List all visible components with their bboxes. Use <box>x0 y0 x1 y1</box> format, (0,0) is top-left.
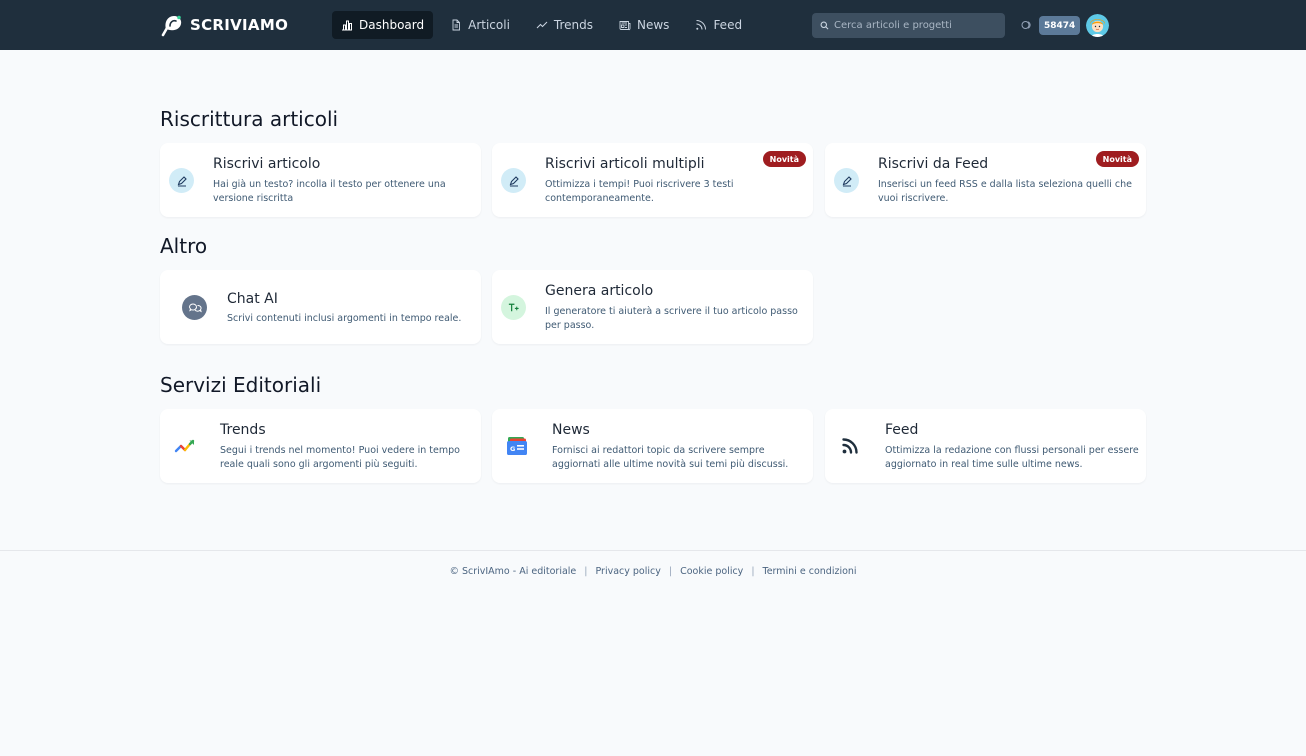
card-desc-line: Fornisci ai redattori topic da scrivere … <box>552 445 765 456</box>
top-navbar: SCRIVIAMO Dashboard Articoli Trends News… <box>0 0 1306 50</box>
brand-logo[interactable]: SCRIVIAMO <box>160 12 288 38</box>
card-news[interactable]: G News Fornisci ai redattori topic da sc… <box>492 409 813 483</box>
newspaper-icon <box>619 21 631 31</box>
brand-name: SCRIVIAMO <box>190 16 289 34</box>
coins-icon <box>1021 21 1031 29</box>
footer-separator: | <box>668 566 673 577</box>
footer-link-terms[interactable]: Termini e condizioni <box>763 566 857 577</box>
card-chat-ai[interactable]: Chat AI Scrivi contenuti inclusi argomen… <box>160 270 481 344</box>
card-icon-wrap <box>172 433 198 459</box>
search-input[interactable] <box>834 20 1004 31</box>
section-title-editorial: Servizi Editoriali <box>160 373 322 397</box>
card-icon-wrap <box>501 168 526 193</box>
card-desc-line: aggiornati alle ultime novità sui temi p… <box>552 459 789 470</box>
card-icon-wrap <box>834 168 859 193</box>
card-description: Il generatore ti aiuterà a scrivere il t… <box>545 305 798 333</box>
card-trends[interactable]: Trends Segui i trends nel momento! Puoi … <box>160 409 481 483</box>
search-box[interactable] <box>812 13 1005 38</box>
card-riscrivi-multipli[interactable]: Riscrivi articoli multipli Ottimizza i t… <box>492 143 813 217</box>
card-description: Fornisci ai redattori topic da scrivere … <box>552 444 788 472</box>
card-icon-wrap: G <box>504 433 530 459</box>
card-title: Riscrivi da Feed <box>878 156 989 172</box>
footer-copyright: © ScrivIAmo - Ai editoriale <box>449 566 577 577</box>
card-desc-line: reale quali sono gli argomenti più segui… <box>220 459 418 470</box>
card-description: Segui i trends nel momento! Puoi vedere … <box>220 444 460 472</box>
card-feed[interactable]: Feed Ottimizza la redazione con flussi p… <box>825 409 1146 483</box>
card-icon-wrap <box>169 168 194 193</box>
avatar-icon <box>1086 14 1109 37</box>
edit-pen-icon <box>842 175 852 187</box>
card-title: Riscrivi articolo <box>213 156 321 172</box>
card-desc-line: vuoi riscrivere. <box>878 193 949 204</box>
card-title: Chat AI <box>227 291 278 307</box>
card-desc-line: Hai già un testo? incolla il testo per o… <box>213 179 446 190</box>
nav-item-dashboard[interactable]: Dashboard <box>332 11 434 39</box>
footer: © ScrivIAmo - Ai editoriale | Privacy po… <box>0 566 1306 577</box>
nav-item-label: Dashboard <box>359 18 425 32</box>
card-description: Scrivi contenuti inclusi argomenti in te… <box>227 312 461 326</box>
edit-pen-icon <box>177 175 187 187</box>
card-description: Ottimizza i tempi! Puoi riscrivere 3 tes… <box>545 178 734 206</box>
card-title: Feed <box>885 422 919 438</box>
nav-item-feed[interactable]: Feed <box>686 11 751 39</box>
card-riscrivi-articolo[interactable]: Riscrivi articolo Hai già un testo? inco… <box>160 143 481 217</box>
card-title: Genera articolo <box>545 283 654 299</box>
footer-link-privacy[interactable]: Privacy policy <box>595 566 660 577</box>
google-trends-icon <box>174 439 195 453</box>
card-description: Ottimizza la redazione con flussi person… <box>885 444 1139 472</box>
card-riscrivi-feed[interactable]: Riscrivi da Feed Inserisci un feed RSS e… <box>825 143 1146 217</box>
nav-item-label: Articoli <box>468 18 510 32</box>
card-genera-articolo[interactable]: Genera articolo Il generatore ti aiuterà… <box>492 270 813 344</box>
section-title-other: Altro <box>160 234 208 258</box>
card-icon-wrap <box>837 433 863 459</box>
rss-feed-icon <box>842 438 858 454</box>
card-desc-line: Ottimizza i tempi! Puoi riscrivere 3 tes… <box>545 179 734 190</box>
chart-bars-icon <box>342 20 352 31</box>
footer-separator: | <box>751 566 755 577</box>
card-title: Trends <box>220 422 266 438</box>
svg-text:G: G <box>510 445 515 453</box>
chat-bubbles-icon <box>188 303 202 312</box>
logo-mark-icon <box>161 15 182 37</box>
new-badge: Novità <box>1095 151 1139 167</box>
card-desc-line: versione riscritta <box>213 193 294 204</box>
nav-item-label: Feed <box>713 18 743 32</box>
main-nav: Dashboard Articoli Trends News Feed <box>332 11 751 39</box>
nav-item-articoli[interactable]: Articoli <box>441 11 519 39</box>
card-desc-line: Inserisci un feed RSS e dalla lista sele… <box>878 179 1132 190</box>
document-icon <box>452 19 461 31</box>
card-icon-wrap <box>501 295 526 320</box>
card-desc-line: contemporaneamente. <box>545 193 654 204</box>
section-title-rewrite: Riscrittura articoli <box>160 107 339 131</box>
card-desc-line: Il generatore ti aiuterà a scrivere il t… <box>545 306 798 317</box>
nav-item-trends[interactable]: Trends <box>527 11 602 39</box>
google-news-icon: G <box>507 437 527 455</box>
card-description: Hai già un testo? incolla il testo per o… <box>213 178 446 206</box>
search-icon <box>820 21 829 30</box>
card-desc-line: Ottimizza la redazione con flussi person… <box>885 445 1139 456</box>
nav-item-label: News <box>637 18 670 32</box>
rss-icon <box>696 20 707 30</box>
card-desc-line: per passo. <box>545 320 595 331</box>
footer-link-cookie[interactable]: Cookie policy <box>680 566 743 577</box>
nav-item-news[interactable]: News <box>610 11 678 39</box>
card-desc-line: Segui i trends nel momento! Puoi vedere … <box>220 445 460 456</box>
credits-badge[interactable]: 58474 <box>1039 16 1081 35</box>
card-desc-line: aggiornato in real time sulle ultime new… <box>885 459 1083 470</box>
card-desc-line: Scrivi contenuti inclusi argomenti in te… <box>227 313 462 324</box>
new-badge: Novità <box>762 151 806 167</box>
card-title: News <box>552 422 590 438</box>
footer-separator: | <box>584 566 588 577</box>
card-description: Inserisci un feed RSS e dalla lista sele… <box>878 178 1132 206</box>
edit-pen-icon <box>509 175 519 187</box>
user-avatar[interactable] <box>1086 14 1109 37</box>
trend-line-icon <box>536 21 548 29</box>
footer-divider <box>0 550 1306 551</box>
card-icon-wrap <box>182 295 207 320</box>
nav-item-label: Trends <box>553 18 593 32</box>
text-sparkle-icon <box>508 303 519 312</box>
card-title: Riscrivi articoli multipli <box>545 156 705 172</box>
